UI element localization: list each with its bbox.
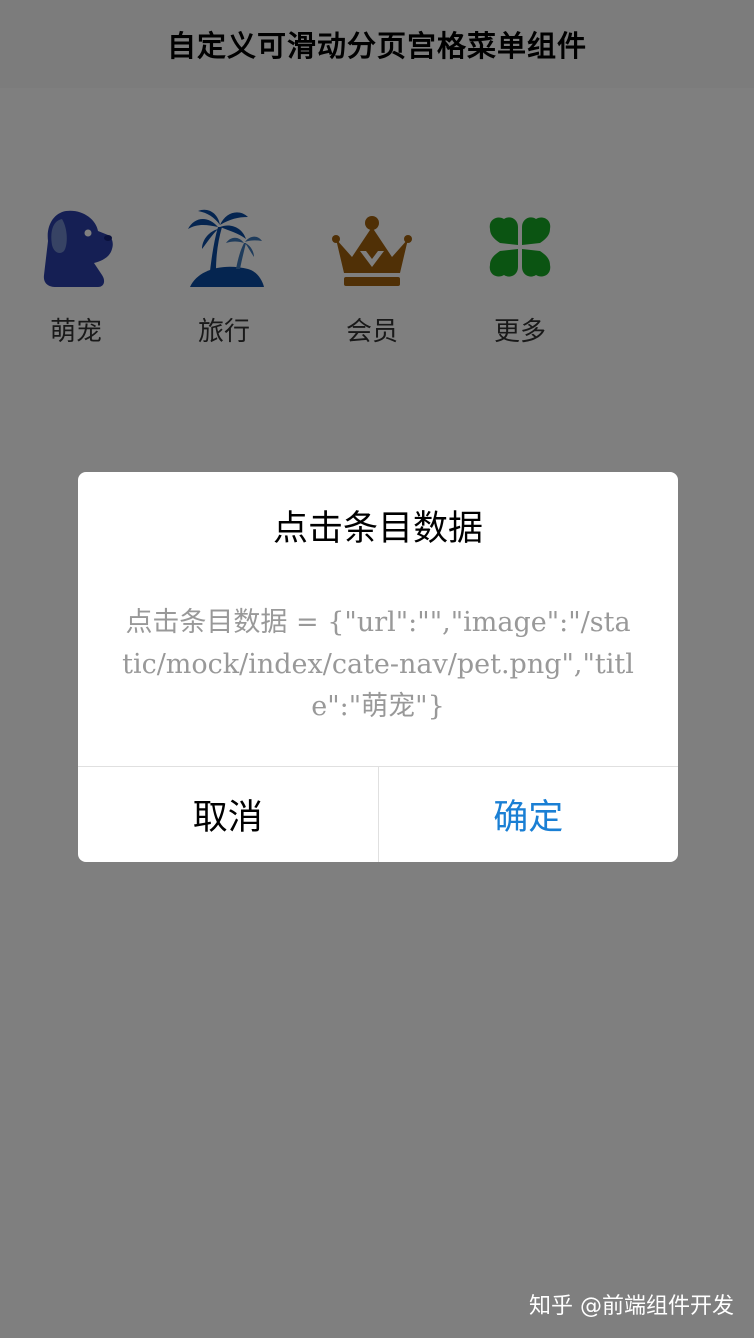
cancel-button[interactable]: 取消 — [78, 767, 379, 862]
confirm-button[interactable]: 确定 — [379, 767, 679, 862]
watermark: 知乎 @前端组件开发 — [529, 1294, 734, 1319]
modal-content: 点击条目数据 = {"url":"","image":"/static/mock… — [122, 607, 634, 722]
modal-title: 点击条目数据 — [272, 509, 483, 549]
page: 自定义可滑动分页宫格菜单组件 萌宠 — [0, 0, 754, 1338]
modal-dialog: 点击条目数据 点击条目数据 = {"url":"","image":"/stat… — [78, 472, 678, 862]
modal-footer: 取消 确定 — [78, 766, 678, 862]
